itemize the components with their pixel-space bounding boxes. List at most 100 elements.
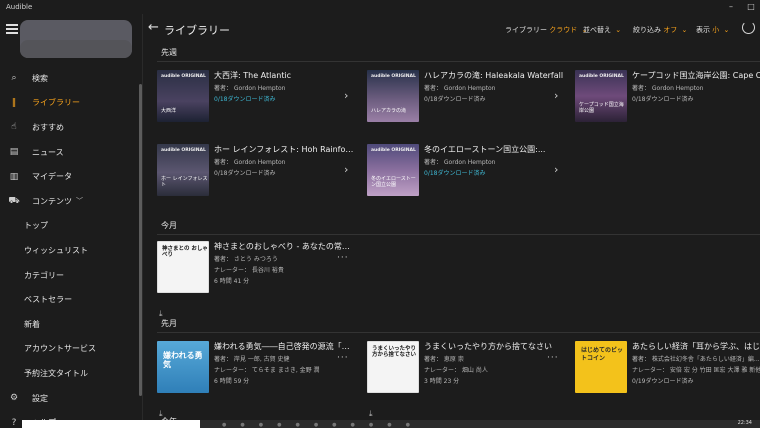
book-card[interactable]: audible ORIGINAL 大西洋 大西洋: The Atlantic 著… bbox=[157, 70, 362, 136]
cover-brand: audible ORIGINAL bbox=[371, 148, 416, 153]
more-options-icon[interactable]: ··· bbox=[547, 353, 559, 363]
page-title: ライブラリー bbox=[164, 24, 230, 37]
section-divider bbox=[157, 61, 760, 62]
book-card[interactable]: audible ORIGINAL ホー レインフォレスト ホー レインフォレスト… bbox=[157, 144, 362, 210]
stats-icon: ▥ bbox=[9, 171, 19, 182]
book-meta: ハレアカラの滝: Haleakala Waterfall 著者： Gordon … bbox=[424, 70, 564, 103]
library-main: ← ライブラリー ライブラリー クラウド ⌄ 並べ替え ⌄ 絞り込み オフ ⌄ … bbox=[143, 14, 760, 428]
book-title: 大西洋: The Atlantic bbox=[214, 71, 292, 80]
back-arrow-icon[interactable]: ← bbox=[148, 20, 159, 35]
cart-icon: ⛟ bbox=[8, 196, 20, 207]
sidebar-item-search[interactable]: ⌕ 検索 bbox=[0, 66, 143, 91]
sidebar-item-recommend[interactable]: ☝ おすすめ bbox=[0, 115, 143, 140]
sidebar-scrollbar[interactable] bbox=[139, 84, 142, 396]
refresh-icon[interactable] bbox=[742, 21, 755, 34]
cover-brand: audible ORIGINAL bbox=[161, 148, 206, 153]
view-dropdown[interactable]: 表示 小 ⌄ bbox=[696, 25, 729, 35]
book-cover: audible ORIGINAL ケープコッド国立海岸公園 bbox=[575, 70, 627, 122]
book-meta: ホー レインフォレスト: Hoh Rainforest 著者： Gordon H… bbox=[214, 144, 354, 177]
chevron-right-icon[interactable]: › bbox=[344, 163, 348, 176]
cover-title: はじめてのビットコイン bbox=[581, 347, 624, 362]
book-card[interactable]: 神さまとの おしゃべり ⤓ 神さまとのおしゃべり - あなたの常識は、... 著… bbox=[157, 241, 362, 318]
sidebar-item-bestseller[interactable]: ベストセラー bbox=[0, 287, 143, 312]
view-label: 表示 bbox=[696, 26, 710, 34]
section-divider bbox=[157, 234, 760, 235]
book-cover: 神さまとの おしゃべり bbox=[157, 241, 209, 293]
sidebar-item-top[interactable]: トップ bbox=[0, 214, 143, 239]
cover-title: うまくいったやり方から捨てなさい bbox=[372, 346, 417, 358]
library-icon: ‖ bbox=[11, 97, 17, 108]
sidebar-item-preorder[interactable]: 予約注文タイトル bbox=[0, 361, 143, 386]
more-options-icon[interactable]: ··· bbox=[337, 253, 349, 263]
chevron-down-icon: ⌄ bbox=[723, 26, 730, 34]
book-meta: 冬のイエローストーン国立公園:... 著者： Gordon Hempton 0/… bbox=[424, 144, 564, 177]
sidebar-nav: ⌕ 検索 ‖ ライブラリー ☝ おすすめ ▤ ニュース ▥ マイデータ ⛟ コン… bbox=[0, 66, 143, 428]
book-author: 著者： Gordon Hempton bbox=[214, 85, 286, 92]
gear-icon: ⚙ bbox=[9, 393, 19, 404]
book-meta: あたらしい経済「耳から学ぶ、はじめての... 著者： 株式会社幻冬舎「あたらしい… bbox=[632, 341, 760, 385]
sidebar-item-library[interactable]: ‖ ライブラリー bbox=[0, 91, 143, 116]
book-title: 神さまとのおしゃべり - あなたの常識は、... bbox=[214, 242, 354, 251]
sidebar-item-wishlist[interactable]: ウィッシュリスト bbox=[0, 238, 143, 263]
sidebar-item-account-service[interactable]: アカウントサービス bbox=[0, 337, 143, 362]
sidebar-item-mydata[interactable]: ▥ マイデータ bbox=[0, 164, 143, 189]
book-duration: 3 時間 23 分 bbox=[424, 378, 460, 385]
book-card[interactable]: うまくいったやり方から捨てなさい ⤓ うまくいったやり方から捨てなさい 著者： … bbox=[367, 341, 572, 418]
book-narrator: ナレーター： てらそま まさき, 金野 潤 bbox=[214, 367, 320, 374]
book-title: ホー レインフォレスト: Hoh Rainforest bbox=[214, 145, 354, 154]
sort-label: 並べ替え bbox=[583, 26, 611, 34]
book-title: うまくいったやり方から捨てなさい bbox=[424, 342, 552, 351]
sidebar-item-contents[interactable]: ⛟ コンテンツ ﹀ bbox=[0, 189, 143, 214]
library-source-dropdown[interactable]: ライブラリー クラウド ⌄ bbox=[505, 25, 587, 35]
sort-dropdown[interactable]: 並べ替え ⌄ bbox=[583, 25, 621, 35]
book-author: 著者： Gordon Hempton bbox=[424, 85, 496, 92]
sidebar-item-news[interactable]: ▤ ニュース bbox=[0, 140, 143, 165]
book-card[interactable]: はじめてのビットコイン あたらしい経済「耳から学ぶ、はじめての... 著者： 株… bbox=[575, 341, 760, 407]
book-author: 著者： 恵原 崇 bbox=[424, 356, 464, 363]
download-icon[interactable]: ⤓ bbox=[369, 409, 373, 419]
taskbar-apps[interactable]: ●●●●●●●●●●● bbox=[222, 422, 424, 428]
sidebar-item-label: 設定 bbox=[32, 393, 48, 403]
sidebar-item-label: ライブラリー bbox=[32, 98, 80, 108]
sidebar-item-label: 検索 bbox=[32, 73, 48, 83]
book-cover: audible ORIGINAL ホー レインフォレスト bbox=[157, 144, 209, 196]
sidebar-item-settings[interactable]: ⚙ 設定 bbox=[0, 386, 143, 411]
chevron-down-icon: ⌄ bbox=[681, 26, 688, 34]
thumbs-up-icon: ☝ bbox=[11, 122, 17, 133]
section-heading: 今月 bbox=[161, 221, 177, 230]
book-card[interactable]: 嫌われる勇気 ⤓ 嫌われる勇気――自己啓発の源流「アド... 著者： 岸見 一郎… bbox=[157, 341, 362, 418]
chevron-right-icon[interactable]: › bbox=[554, 163, 558, 176]
more-options-icon[interactable]: ··· bbox=[337, 353, 349, 363]
section-divider bbox=[157, 332, 760, 333]
book-meta: 神さまとのおしゃべり - あなたの常識は、... 著者： さとう みつろう ナレ… bbox=[214, 241, 354, 285]
book-card[interactable]: audible ORIGINAL 冬のイエローストーン国立公園 冬のイエロースト… bbox=[367, 144, 572, 210]
chevron-right-icon[interactable]: › bbox=[554, 89, 558, 102]
book-meta: うまくいったやり方から捨てなさい 著者： 恵原 崇 ナレーター： 畑山 尚人 3… bbox=[424, 341, 564, 385]
book-title: ケープコッド国立海岸公園: Cape Cod... bbox=[632, 71, 760, 80]
chevron-down-icon: ﹀ bbox=[76, 197, 83, 206]
window-title: Audible bbox=[6, 3, 33, 11]
book-card[interactable]: audible ORIGINAL ケープコッド国立海岸公園 ケープコッド国立海岸… bbox=[575, 70, 760, 136]
sidebar-item-label: 予約注文タイトル bbox=[24, 368, 88, 378]
book-narrator: ナレーター： 安倍 宏 分 竹田 匡宏 大澤 雅 新他 bbox=[632, 367, 760, 374]
book-duration: 6 時間 59 分 bbox=[214, 378, 250, 385]
book-title: 冬のイエローストーン国立公園:... bbox=[424, 145, 546, 154]
cover-title: 嫌われる勇気 bbox=[163, 351, 203, 369]
maximize-button[interactable]: □ bbox=[744, 1, 758, 12]
book-cover: audible ORIGINAL 大西洋 bbox=[157, 70, 209, 122]
book-card[interactable]: audible ORIGINAL ハレアカラの滝 ハレアカラの滝: Haleak… bbox=[367, 70, 572, 136]
sidebar-item-category[interactable]: カテゴリー bbox=[0, 263, 143, 288]
filter-dropdown[interactable]: 絞り込み オフ ⌄ bbox=[633, 25, 687, 35]
book-author: 著者： 株式会社幻冬舎「あたらしい経済」編... bbox=[632, 356, 760, 363]
book-title: あたらしい経済「耳から学ぶ、はじめての... bbox=[632, 342, 760, 351]
sidebar-item-new[interactable]: 新着 bbox=[0, 312, 143, 337]
cover-title: ハレアカラの滝 bbox=[371, 108, 407, 114]
book-cover: はじめてのビットコイン bbox=[575, 341, 627, 393]
book-meta: 嫌われる勇気――自己啓発の源流「アド... 著者： 岸見 一郎, 古賀 史健 ナ… bbox=[214, 341, 354, 385]
book-title: 嫌われる勇気――自己啓発の源流「アド... bbox=[214, 342, 354, 351]
minimize-button[interactable]: – bbox=[724, 1, 738, 12]
hamburger-menu-icon[interactable] bbox=[6, 24, 18, 34]
chevron-right-icon[interactable]: › bbox=[344, 89, 348, 102]
sidebar-item-label: トップ bbox=[24, 221, 48, 231]
taskbar-search-box[interactable] bbox=[22, 420, 200, 428]
